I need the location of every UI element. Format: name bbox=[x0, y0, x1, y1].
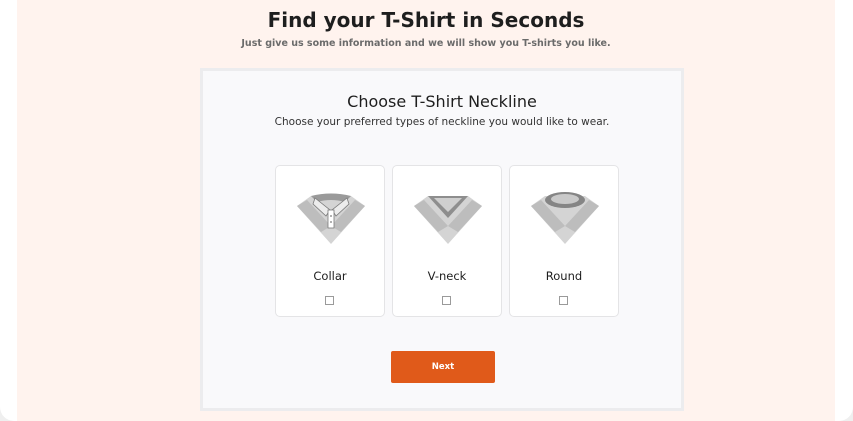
collar-neckline-icon bbox=[297, 193, 365, 244]
page-title: Find your T-Shirt in Seconds bbox=[267, 8, 585, 32]
option-label-v-neck: V-neck bbox=[427, 269, 467, 283]
page-subtitle: Just give us some information and we wil… bbox=[241, 38, 611, 49]
v-neck-neckline-icon bbox=[414, 196, 482, 244]
step-subtitle: Choose your preferred types of neckline … bbox=[274, 116, 610, 128]
option-collar[interactable]: Collar bbox=[275, 165, 385, 317]
checkbox-round[interactable] bbox=[559, 296, 568, 305]
checkbox-collar[interactable] bbox=[325, 296, 334, 305]
option-round[interactable]: Round bbox=[509, 165, 619, 317]
page: Find your T-Shirt in Seconds Just give u… bbox=[0, 0, 853, 421]
next-button[interactable]: Next bbox=[391, 351, 495, 383]
checkbox-v-neck[interactable] bbox=[442, 296, 451, 305]
option-v-neck[interactable]: V-neck bbox=[392, 165, 502, 317]
option-label-collar: Collar bbox=[313, 269, 347, 283]
option-label-round: Round bbox=[545, 269, 583, 283]
neckline-step-panel: Choose T-Shirt Neckline Choose your pref… bbox=[200, 68, 684, 411]
step-title: Choose T-Shirt Neckline bbox=[347, 92, 537, 111]
round-neckline-icon bbox=[531, 192, 599, 244]
hero-section: Find your T-Shirt in Seconds Just give u… bbox=[17, 0, 835, 421]
